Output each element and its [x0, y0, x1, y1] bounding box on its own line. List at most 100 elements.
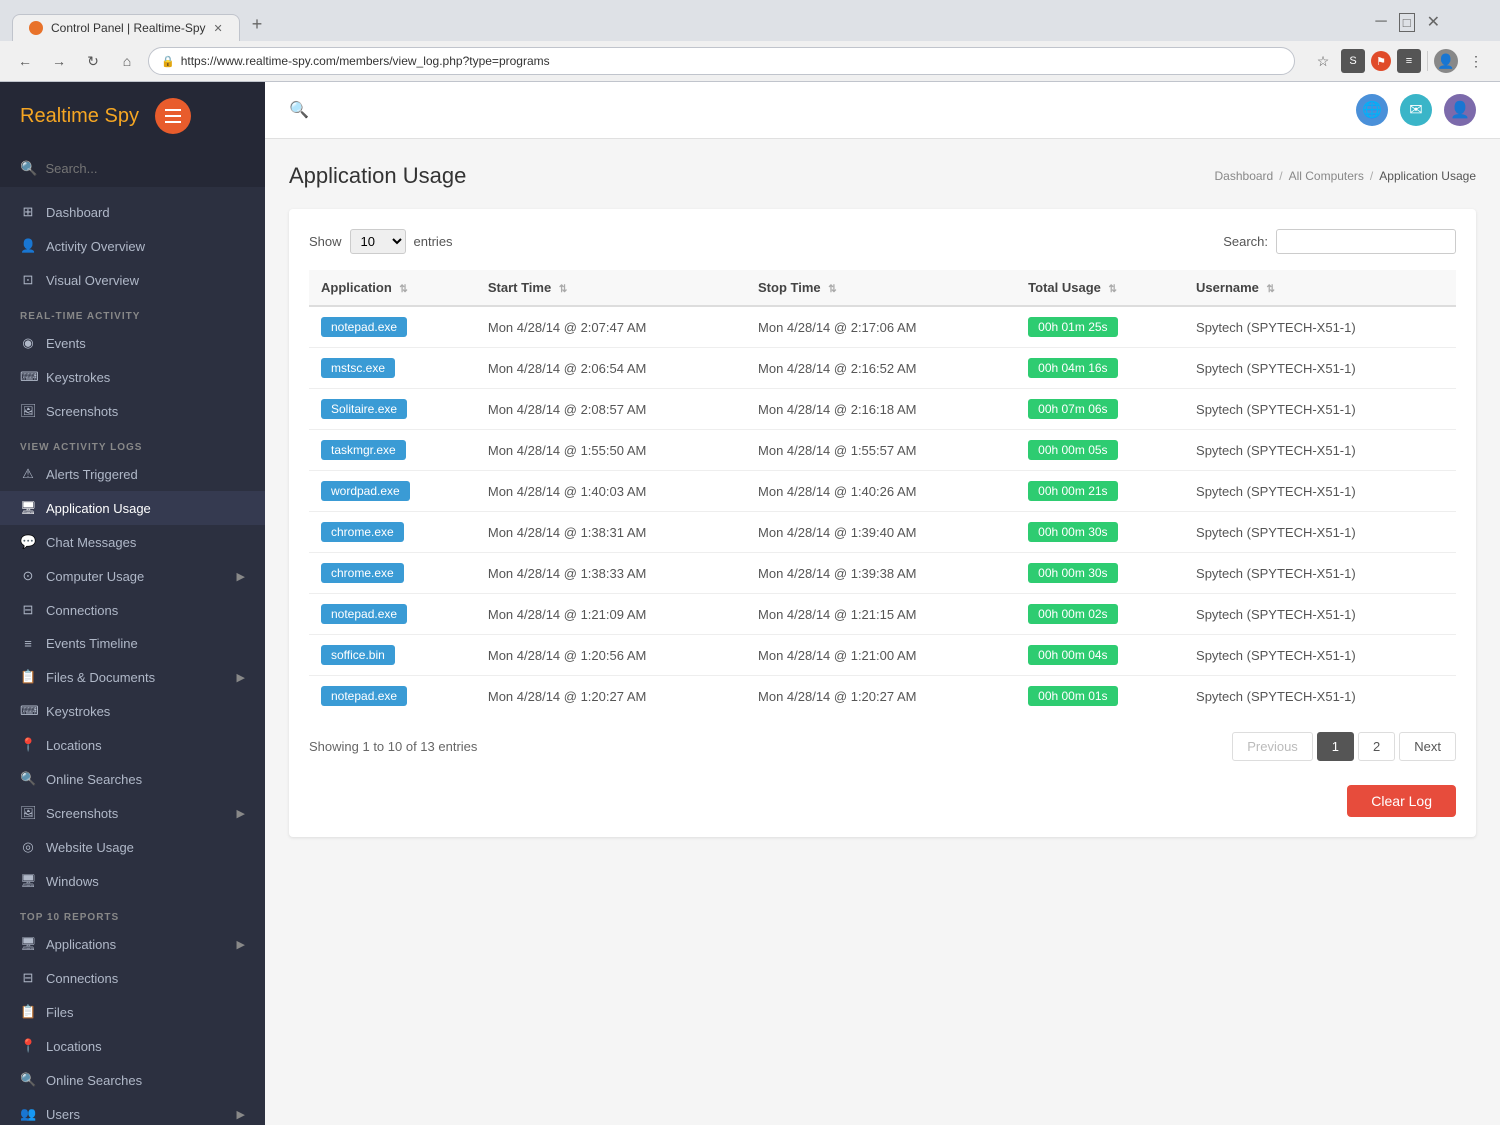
sidebar-item-locations[interactable]: 📍 Locations	[0, 728, 265, 762]
app-badge[interactable]: wordpad.exe	[321, 481, 410, 501]
breadcrumb-computers[interactable]: All Computers	[1289, 169, 1364, 183]
app-badge[interactable]: notepad.exe	[321, 686, 407, 706]
extension-icon-1[interactable]: S	[1341, 49, 1365, 73]
cell-user: Spytech (SPYTECH-X51-1)	[1184, 553, 1456, 594]
close-icon[interactable]: ✕	[1427, 12, 1440, 32]
extension-icon-3[interactable]: ≡	[1397, 49, 1421, 73]
col-total-usage[interactable]: Total Usage ⇅	[1016, 270, 1184, 306]
app-badge[interactable]: soffice.bin	[321, 645, 395, 665]
sidebar-item-events-timeline[interactable]: ≡ Events Timeline	[0, 627, 265, 660]
entries-label: entries	[414, 234, 453, 249]
sidebar-item-activity-overview[interactable]: 👤 Activity Overview	[0, 229, 265, 263]
app-badge[interactable]: notepad.exe	[321, 604, 407, 624]
extension-icon-2[interactable]: ⚑	[1371, 51, 1391, 71]
hamburger-button[interactable]	[155, 98, 191, 134]
cell-stop: Mon 4/28/14 @ 1:39:40 AM	[746, 512, 1016, 553]
sidebar-item-keystrokes[interactable]: ⌨ Keystrokes	[0, 360, 265, 394]
page-1-button[interactable]: 1	[1317, 732, 1354, 761]
col-start-time[interactable]: Start Time ⇅	[476, 270, 746, 306]
table-footer: Showing 1 to 10 of 13 entries Previous 1…	[309, 732, 1456, 761]
home-button[interactable]: ⌂	[114, 48, 140, 74]
sidebar-item-top-online-searches[interactable]: 🔍 Online Searches	[0, 1063, 265, 1097]
menu-icon[interactable]: ⋮	[1464, 49, 1488, 73]
sidebar-item-top-users[interactable]: 👥 Users ▶	[0, 1097, 265, 1125]
reload-button[interactable]: ↻	[80, 48, 106, 74]
usage-badge: 00h 04m 16s	[1028, 358, 1117, 378]
connections-icon: ⊟	[20, 602, 36, 618]
new-tab-button[interactable]: +	[240, 8, 275, 41]
show-label: Show	[309, 234, 342, 249]
next-button[interactable]: Next	[1399, 732, 1456, 761]
header-icon-globe[interactable]: 🌐	[1356, 94, 1388, 126]
sidebar-item-keystrokes-log[interactable]: ⌨ Keystrokes	[0, 694, 265, 728]
sidebar-item-windows[interactable]: 🖥 Windows	[0, 864, 265, 898]
sidebar-search: 🔍	[0, 150, 265, 187]
sort-icon-app: ⇅	[399, 284, 407, 295]
table-search-input[interactable]	[1276, 229, 1456, 254]
computer-icon: ⊙	[20, 568, 36, 584]
sidebar-item-computer-usage[interactable]: ⊙ Computer Usage ▶	[0, 559, 265, 593]
header-icon-mail[interactable]: ✉	[1400, 94, 1432, 126]
sidebar-item-top-applications[interactable]: 🖥 Applications ▶	[0, 927, 265, 961]
previous-button[interactable]: Previous	[1232, 732, 1313, 761]
col-application[interactable]: Application ⇅	[309, 270, 476, 306]
screenshots-icon: 🖼	[20, 403, 36, 419]
usage-badge: 00h 00m 02s	[1028, 604, 1117, 624]
sidebar-item-screenshots-log[interactable]: 🖼 Screenshots ▶	[0, 796, 265, 830]
cell-user: Spytech (SPYTECH-X51-1)	[1184, 348, 1456, 389]
cell-app: notepad.exe	[309, 594, 476, 635]
sidebar-item-top-connections[interactable]: ⊟ Connections	[0, 961, 265, 995]
app-badge[interactable]: chrome.exe	[321, 522, 404, 542]
sidebar-item-files-docs[interactable]: 📋 Files & Documents ▶	[0, 660, 265, 694]
app-badge[interactable]: chrome.exe	[321, 563, 404, 583]
col-username[interactable]: Username ⇅	[1184, 270, 1456, 306]
keystrokes-log-icon: ⌨	[20, 703, 36, 719]
cell-start: Mon 4/28/14 @ 1:21:09 AM	[476, 594, 746, 635]
sidebar-item-dashboard[interactable]: ⊞ Dashboard	[0, 195, 265, 229]
search-input[interactable]	[45, 161, 245, 176]
app-badge[interactable]: Solitaire.exe	[321, 399, 407, 419]
sidebar-item-events[interactable]: ◉ Events	[0, 326, 265, 360]
cell-start: Mon 4/28/14 @ 2:07:47 AM	[476, 306, 746, 348]
sidebar-item-connections[interactable]: ⊟ Connections	[0, 593, 265, 627]
cell-app: mstsc.exe	[309, 348, 476, 389]
sidebar-item-top-locations[interactable]: 📍 Locations	[0, 1029, 265, 1063]
minimize-icon[interactable]: ─	[1375, 13, 1386, 31]
top-files-icon: 📋	[20, 1004, 36, 1020]
entries-select[interactable]: 10 25 50 100	[350, 229, 406, 254]
clear-log-button[interactable]: Clear Log	[1347, 785, 1456, 817]
tab-close-icon[interactable]: ✕	[214, 22, 223, 35]
app-badge[interactable]: taskmgr.exe	[321, 440, 406, 460]
app-badge[interactable]: mstsc.exe	[321, 358, 395, 378]
sidebar-item-online-searches[interactable]: 🔍 Online Searches	[0, 762, 265, 796]
sidebar-item-app-usage[interactable]: 🖥 Application Usage	[0, 491, 265, 525]
breadcrumb-dashboard[interactable]: Dashboard	[1215, 169, 1274, 183]
sidebar-item-alerts[interactable]: ⚠ Alerts Triggered	[0, 457, 265, 491]
app-badge[interactable]: notepad.exe	[321, 317, 407, 337]
page-2-button[interactable]: 2	[1358, 732, 1395, 761]
cell-app: soffice.bin	[309, 635, 476, 676]
bookmark-icon[interactable]: ☆	[1311, 49, 1335, 73]
dashboard-icon: ⊞	[20, 204, 36, 220]
sidebar-item-top-files[interactable]: 📋 Files	[0, 995, 265, 1029]
cell-start: Mon 4/28/14 @ 1:38:31 AM	[476, 512, 746, 553]
cell-usage: 00h 00m 21s	[1016, 471, 1184, 512]
header-icon-user[interactable]: 👤	[1444, 94, 1476, 126]
address-bar[interactable]: 🔒 https://www.realtime-spy.com/members/v…	[148, 47, 1295, 75]
header-search-icon[interactable]: 🔍	[289, 100, 309, 120]
table-row: soffice.bin Mon 4/28/14 @ 1:20:56 AM Mon…	[309, 635, 1456, 676]
sidebar-item-screenshots[interactable]: 🖼 Screenshots	[0, 394, 265, 428]
active-tab[interactable]: Control Panel | Realtime-Spy ✕	[12, 14, 240, 41]
forward-button[interactable]: →	[46, 48, 72, 74]
chat-icon: 💬	[20, 534, 36, 550]
sidebar-item-chat[interactable]: 💬 Chat Messages	[0, 525, 265, 559]
col-stop-time[interactable]: Stop Time ⇅	[746, 270, 1016, 306]
user-icon[interactable]: 👤	[1434, 49, 1458, 73]
cell-app: wordpad.exe	[309, 471, 476, 512]
back-button[interactable]: ←	[12, 48, 38, 74]
sidebar-item-website-usage[interactable]: ◎ Website Usage	[0, 830, 265, 864]
data-table: Application ⇅ Start Time ⇅ Stop Time ⇅	[309, 270, 1456, 716]
maximize-icon[interactable]: □	[1399, 13, 1415, 32]
sidebar-item-visual-overview[interactable]: ⊡ Visual Overview	[0, 263, 265, 297]
cell-app: chrome.exe	[309, 512, 476, 553]
